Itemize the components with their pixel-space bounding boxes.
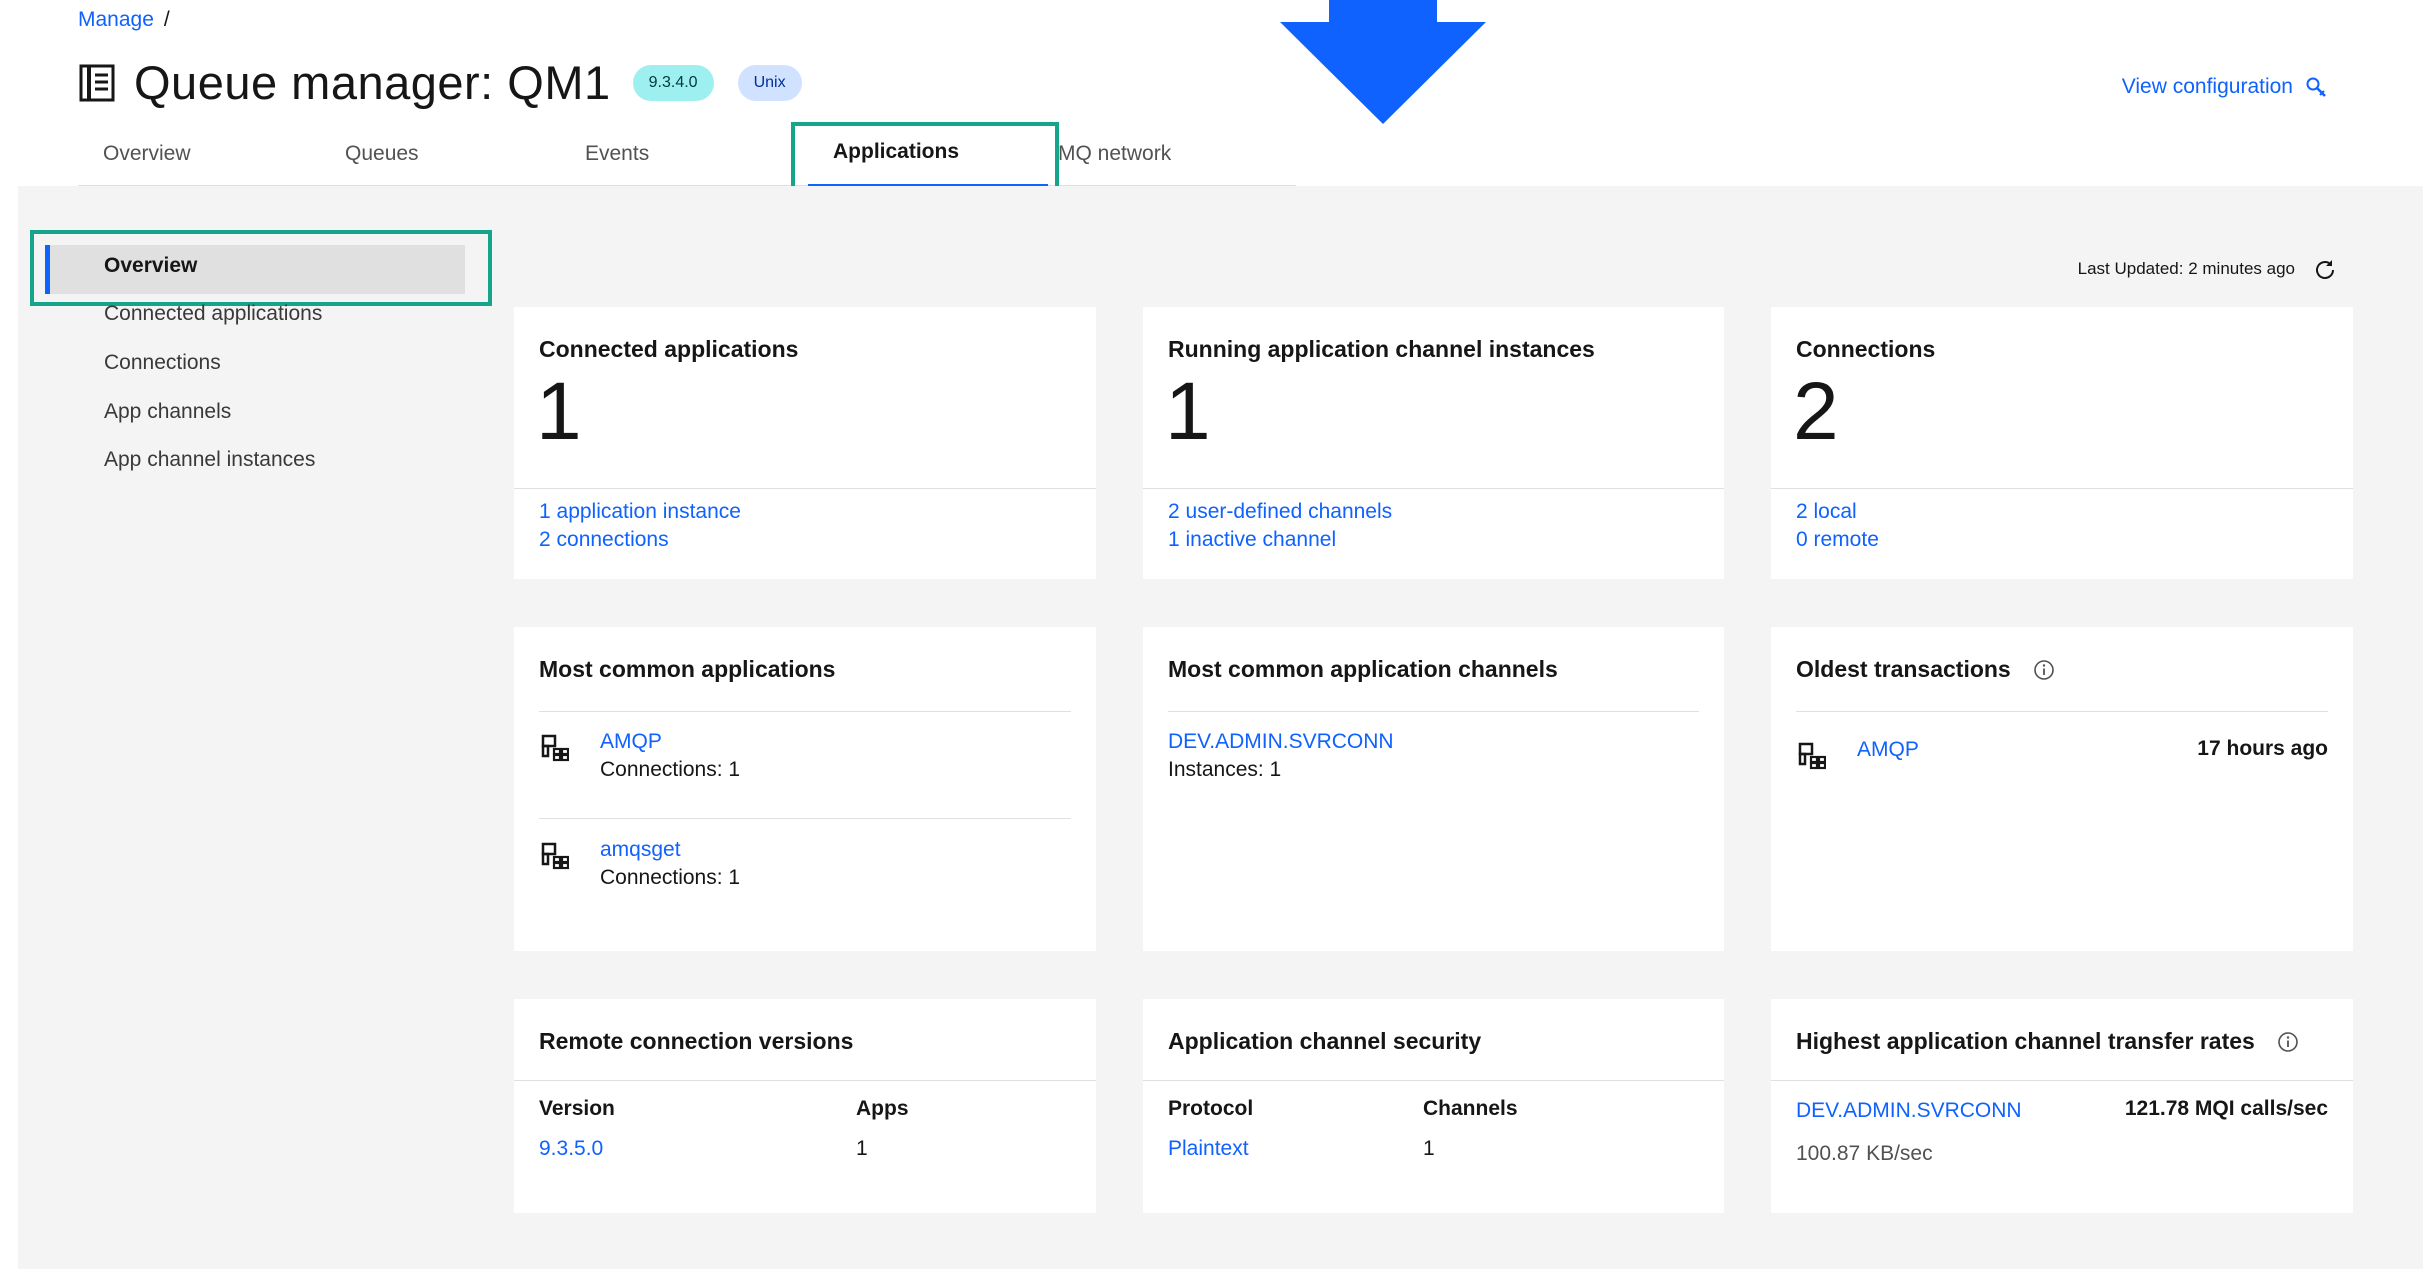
tile-title: Connections	[1796, 336, 1936, 362]
tile-most-common-channels: Most common application channels DEV.ADM…	[1143, 627, 1724, 951]
tile-running-channel-instances: Running application channel instances 1 …	[1143, 307, 1724, 579]
divider	[514, 1080, 1096, 1081]
application-icon	[541, 842, 569, 870]
sidenav-item-overview[interactable]: Overview	[104, 254, 197, 278]
tab-queues-label: Queues	[345, 142, 419, 165]
tab-queues[interactable]: Queues	[320, 135, 560, 185]
local-connections-link[interactable]: 2 local	[1796, 500, 1857, 524]
mqi-calls-rate: 121.78 MQI calls/sec	[2124, 1097, 2328, 1120]
last-updated-text: Last Updated: 2 minutes ago	[2077, 259, 2295, 278]
tile-title: Most common application channels	[1168, 656, 1558, 682]
breadcrumb-manage-link[interactable]: Manage	[78, 8, 154, 31]
view-configuration-label: View configuration	[2121, 75, 2293, 98]
divider	[1143, 488, 1724, 489]
column-header-protocol: Protocol	[1168, 1097, 1254, 1120]
refresh-icon[interactable]	[2313, 258, 2337, 282]
divider	[1143, 1080, 1724, 1081]
tile-title: Running application channel instances	[1168, 336, 1595, 362]
tile-title: Highest application channel transfer rat…	[1796, 1028, 2299, 1055]
tab-bar: Overview Queues Events Applications MQ n…	[78, 135, 1296, 187]
tab-overview[interactable]: Overview	[78, 135, 320, 185]
remote-connections-link[interactable]: 0 remote	[1796, 528, 1879, 552]
connections-count: 2	[1793, 366, 1839, 457]
tile-title: Application channel security	[1168, 1028, 1482, 1054]
app-link-amqsget[interactable]: amqsget	[600, 838, 681, 862]
app-connections-count: Connections: 1	[600, 866, 741, 889]
user-defined-channels-link[interactable]: 2 user-defined channels	[1168, 500, 1392, 524]
tile-title: Connected applications	[539, 336, 799, 362]
apps-count: 1	[856, 1137, 868, 1160]
tile-title: Oldest transactions	[1796, 656, 2055, 683]
channels-count: 1	[1423, 1137, 1435, 1160]
down-arrow-icon	[1280, 0, 1486, 124]
tab-overview-label: Overview	[103, 142, 191, 165]
running-channel-instances-count: 1	[1165, 366, 1211, 457]
application-icon	[541, 734, 569, 762]
transaction-app-link-amqp[interactable]: AMQP	[1857, 738, 1919, 762]
tile-connected-applications: Connected applications 1 1 application i…	[514, 307, 1096, 579]
page-header: Queue manager: QM1 9.3.4.0 Unix	[78, 55, 802, 110]
column-header-version: Version	[539, 1097, 615, 1120]
sidenav-item-connections[interactable]: Connections	[104, 351, 221, 375]
sidenav-item-app-channels[interactable]: App channels	[104, 400, 231, 424]
transaction-age: 17 hours ago	[2197, 737, 2328, 760]
wrench-icon	[2306, 77, 2326, 97]
app-link-amqp[interactable]: AMQP	[600, 730, 662, 754]
version-link[interactable]: 9.3.5.0	[539, 1137, 603, 1161]
tab-mq-network-label: MQ network	[1058, 142, 1172, 165]
column-header-channels: Channels	[1423, 1097, 1518, 1120]
queue-manager-icon	[79, 64, 115, 101]
tab-events-label: Events	[585, 142, 650, 165]
version-tag: 9.3.4.0	[632, 64, 714, 101]
column-header-apps: Apps	[856, 1097, 909, 1120]
breadcrumb: Manage /	[78, 8, 170, 32]
protocol-link-plaintext[interactable]: Plaintext	[1168, 1137, 1249, 1161]
tab-events[interactable]: Events	[560, 135, 800, 185]
tab-mq-network[interactable]: MQ network	[1058, 135, 1296, 185]
breadcrumb-separator: /	[163, 8, 170, 31]
divider	[539, 711, 1071, 712]
page-title: Queue manager: QM1	[134, 56, 611, 109]
oldest-transactions-title: Oldest transactions	[1796, 656, 2011, 682]
divider	[539, 818, 1071, 819]
inactive-channel-link[interactable]: 1 inactive channel	[1168, 528, 1336, 552]
tile-title: Most common applications	[539, 656, 836, 682]
os-tag: Unix	[737, 64, 802, 101]
connected-applications-count: 1	[536, 366, 582, 457]
sidenav-item-app-channel-instances[interactable]: App channel instances	[104, 448, 315, 472]
tile-highest-transfer-rates: Highest application channel transfer rat…	[1771, 999, 2353, 1213]
tile-title: Remote connection versions	[539, 1028, 854, 1054]
divider	[514, 488, 1096, 489]
transfer-channel-link[interactable]: DEV.ADMIN.SVRCONN	[1796, 1099, 2022, 1123]
view-configuration-link[interactable]: View configuration	[2122, 75, 2327, 99]
sidenav-overview-highlight	[30, 230, 492, 306]
divider	[1796, 711, 2328, 712]
tile-most-common-applications: Most common applications AMQP Connection…	[514, 627, 1096, 951]
app-connections-count: Connections: 1	[600, 758, 741, 781]
info-icon[interactable]	[2277, 1031, 2299, 1053]
tile-connections: Connections 2 2 local 0 remote	[1771, 307, 2353, 579]
channel-instances-count: Instances: 1	[1168, 758, 1282, 781]
channel-link-dev-admin-svrconn[interactable]: DEV.ADMIN.SVRCONN	[1168, 730, 1394, 754]
info-icon[interactable]	[2033, 659, 2055, 681]
divider	[1771, 1080, 2353, 1081]
tile-application-channel-security: Application channel security Protocol Ch…	[1143, 999, 1724, 1213]
transfer-rates-title: Highest application channel transfer rat…	[1796, 1028, 2255, 1054]
tile-remote-connection-versions: Remote connection versions Version Apps …	[514, 999, 1096, 1213]
sidenav-item-connected-applications[interactable]: Connected applications	[104, 302, 322, 326]
application-instances-link[interactable]: 1 application instance	[539, 500, 741, 524]
tile-oldest-transactions: Oldest transactions AMQP 17 hours ago	[1771, 627, 2353, 951]
divider	[1168, 711, 1699, 712]
divider	[1771, 488, 2353, 489]
bytes-rate: 100.87 KB/sec	[1796, 1142, 1933, 1165]
connections-link[interactable]: 2 connections	[539, 528, 669, 552]
application-icon	[1798, 742, 1826, 770]
